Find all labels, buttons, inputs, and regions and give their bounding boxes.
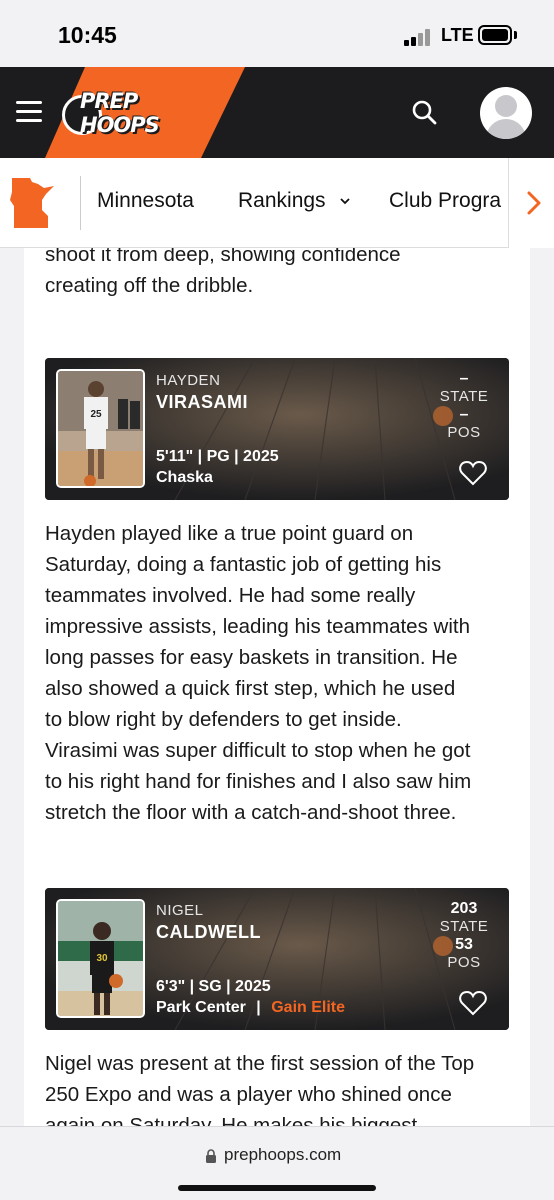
favorite-heart-icon[interactable] <box>459 990 487 1016</box>
favorite-heart-icon[interactable] <box>459 460 487 486</box>
state-rank-value: – <box>459 370 469 387</box>
player-photo: 30 <box>56 899 145 1018</box>
subnav-item-rankings[interactable]: Rankings <box>238 189 351 213</box>
player-first-name: NIGEL <box>156 902 204 919</box>
state-rank-value: 203 <box>450 900 478 917</box>
battery-icon <box>478 25 512 45</box>
player-card-hayden-virasami[interactable]: 25 HAYDEN VIRASAMI 5'11" | PG | 2025 Cha… <box>45 358 509 500</box>
lock-icon <box>206 1149 216 1163</box>
article-card: shoot it from deep, showing confidence c… <box>24 248 530 1200</box>
svg-text:30: 30 <box>96 953 108 964</box>
network-label: LTE <box>441 25 474 45</box>
player-school: Chaska <box>156 469 213 486</box>
player-last-name: VIRASAMI <box>156 392 249 412</box>
intro-paragraph: shoot it from deep, showing confidence c… <box>45 248 401 297</box>
position-rank-value: – <box>459 406 469 423</box>
player-rankings: 203 STATE 53 POS <box>429 900 499 972</box>
subnav-item-club-programs[interactable]: Club Progra <box>389 189 501 213</box>
position-rank-label: POS <box>447 954 481 971</box>
signal-icon <box>404 28 434 46</box>
url-text[interactable]: prephoops.com <box>224 1145 341 1165</box>
search-icon[interactable] <box>411 99 437 125</box>
player-height-position-class: 6'3" | SG | 2025 <box>156 978 271 995</box>
hayden-paragraph: Hayden played like a true point guard on… <box>45 522 472 824</box>
subnav-scroll-button[interactable] <box>508 158 554 248</box>
browser-address-bar[interactable]: prephoops.com <box>0 1126 554 1200</box>
position-rank-label: POS <box>447 424 481 441</box>
hamburger-menu-icon[interactable] <box>16 101 42 123</box>
user-avatar-icon[interactable] <box>480 87 532 139</box>
chevron-down-icon <box>340 198 351 205</box>
subnav-item-minnesota[interactable]: Minnesota <box>97 189 194 213</box>
player-photo: 25 <box>56 369 145 488</box>
prephoops-logo[interactable]: PREP HOOPS <box>62 85 182 143</box>
player-club-link[interactable]: Gain Elite <box>271 999 345 1016</box>
state-rank-label: STATE <box>439 388 489 405</box>
player-last-name: CALDWELL <box>156 922 261 942</box>
position-rank-value: 53 <box>455 936 473 953</box>
svg-text:25: 25 <box>90 409 102 420</box>
status-bar: 10:45 LTE <box>0 0 554 67</box>
minnesota-state-icon <box>10 178 54 228</box>
player-card-nigel-caldwell[interactable]: 30 NIGEL CALDWELL 6'3" | SG | 2025 Park … <box>45 888 509 1030</box>
home-indicator[interactable] <box>178 1185 376 1191</box>
player-height-position-class: 5'11" | PG | 2025 <box>156 448 279 465</box>
chevron-right-icon <box>527 191 541 215</box>
player-rankings: – STATE – POS <box>429 370 499 442</box>
site-header: PREP HOOPS <box>0 67 554 158</box>
player-first-name: HAYDEN <box>156 372 221 389</box>
status-time: 10:45 <box>58 22 117 48</box>
player-school: Park Center | Gain Elite <box>156 999 346 1016</box>
state-rank-label: STATE <box>439 918 489 935</box>
state-subnav: Minnesota Rankings Club Progra <box>0 158 554 248</box>
